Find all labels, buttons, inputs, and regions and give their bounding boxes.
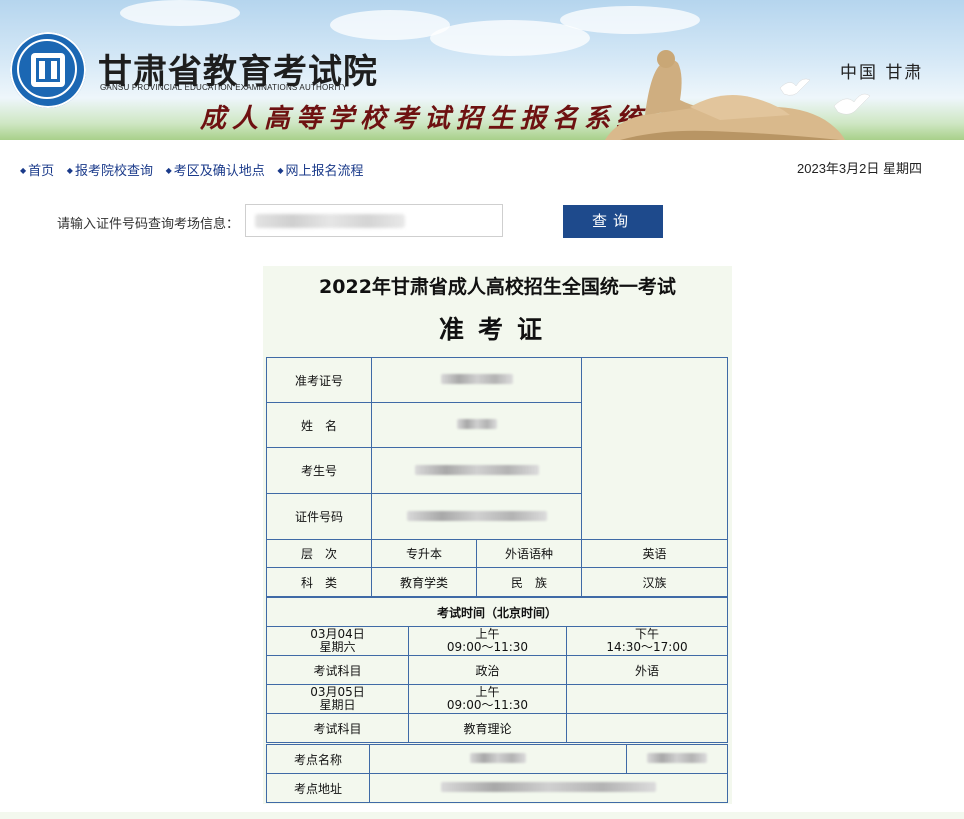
schedule-header: 考试时间（北京时间） — [265, 597, 729, 627]
id-no-value — [371, 493, 582, 540]
ethnicity-label: 民 族 — [476, 567, 582, 597]
day2-date: 03月05日 星期日 — [266, 684, 409, 714]
ticket-no-label: 准考证号 — [266, 357, 372, 403]
exam-no-label: 考生号 — [266, 447, 372, 494]
nav-registration-flow[interactable]: ◆ 网上报名流程 — [277, 160, 363, 179]
diamond-bullet-icon: ◆ — [20, 166, 27, 175]
id-no-label: 证件号码 — [266, 493, 372, 540]
exam-schedule-table: 考试时间（北京时间） 03月04日 星期六 上午 09:00～11:30 下午 14:… — [265, 597, 729, 743]
day2-subject-label: 考试科目 — [266, 713, 409, 743]
site-name-en: GANSU PROVINCIAL EDUCATION EXAMINATIONS … — [100, 83, 348, 92]
day2-afternoon-subject — [565, 713, 729, 743]
venue-name-value — [369, 744, 627, 774]
nav-home[interactable]: ◆ 首页 — [20, 160, 54, 179]
day1-morning-session: 上午 09:00～11:30 — [408, 626, 567, 656]
day1-afternoon-subject: 外语 — [565, 655, 729, 685]
authority-logo — [10, 32, 86, 108]
search-label: 请输入证件号码查询考场信息： — [57, 216, 240, 231]
name-value — [371, 402, 582, 448]
footer-strip — [0, 812, 964, 819]
top-nav: ◆ 首页 ◆ 报考院校查询 ◆ 考区及确认地点 ◆ 网上报名流程 — [20, 160, 373, 179]
subject-value: 教育学类 — [371, 567, 477, 597]
diamond-bullet-icon: ◆ — [66, 166, 73, 175]
exam-no-value — [371, 447, 582, 494]
query-button[interactable]: 查询 — [563, 205, 663, 238]
day1-subject-label: 考试科目 — [266, 655, 409, 685]
venue-name-label: 考点名称 — [266, 744, 370, 774]
ticket-title: 2022年甘肃省成人高校招生全国统一考试 — [319, 276, 676, 298]
redacted-id-value — [255, 214, 405, 228]
day1-morning-subject: 政治 — [408, 655, 567, 685]
ticket-no-value — [371, 357, 582, 403]
language-label: 外语语种 — [476, 539, 582, 568]
ticket-subtitle: 准考证 — [438, 315, 556, 344]
venue-address-label: 考点地址 — [266, 773, 370, 803]
venue-address-value — [369, 773, 728, 803]
day1-date: 03月04日 星期六 — [266, 626, 409, 656]
region-label: 中国 甘肃 — [840, 63, 924, 83]
header-banner: 甘肃省教育考试院 GANSU PROVINCIAL EDUCATION EXAM… — [0, 0, 964, 140]
venue-room-value — [626, 744, 728, 774]
system-title: 成人高等学校考试招生报名系统 — [200, 104, 649, 134]
day2-morning-subject: 教育理论 — [408, 713, 567, 743]
day2-afternoon-session — [565, 684, 729, 714]
ethnicity-value: 汉族 — [581, 567, 728, 597]
dove-icon — [779, 78, 811, 96]
day1-afternoon-session: 下午 14:30～17:00 — [565, 626, 729, 656]
personal-info-table: 准考证号 姓 名 考生号 证件号码 层 次 专升本 外语语种 英语 科 类 教育… — [266, 357, 728, 597]
venue-table: 考点名称 考点地址 — [266, 744, 728, 803]
language-value: 英语 — [581, 539, 728, 568]
candidate-photo — [581, 357, 728, 540]
nav-exam-areas[interactable]: ◆ 考区及确认地点 — [166, 160, 265, 179]
nav-school-query[interactable]: ◆ 报考院校查询 — [67, 160, 153, 179]
diamond-bullet-icon: ◆ — [277, 166, 284, 175]
level-value: 专升本 — [371, 539, 477, 568]
day2-morning-session: 上午 09:00～11:30 — [408, 684, 567, 714]
subject-label: 科 类 — [266, 567, 372, 597]
current-date: 2023年3月2日 星期四 — [797, 161, 922, 176]
dove-icon — [833, 93, 871, 115]
diamond-bullet-icon: ◆ — [165, 166, 172, 175]
name-label: 姓 名 — [266, 402, 372, 448]
yellow-river-mother-statue — [605, 50, 845, 140]
level-label: 层 次 — [266, 539, 372, 568]
admission-ticket: 2022年甘肃省成人高校招生全国统一考试 准考证 准考证号 姓 名 考生号 证件… — [263, 266, 732, 804]
